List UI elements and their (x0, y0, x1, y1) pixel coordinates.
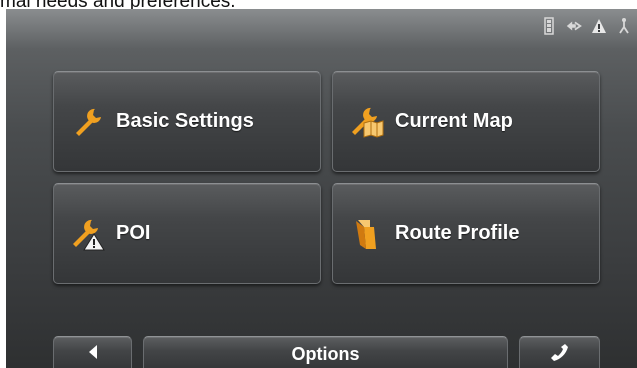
current-map-label: Current Map (395, 110, 513, 132)
wrench-warning-icon (70, 214, 106, 254)
back-arrow-icon (87, 344, 99, 365)
route-profile-button[interactable]: Route Profile (332, 183, 600, 284)
navigation-screen: Basic Settings Current Map POI Route Pro… (6, 9, 637, 368)
gps-satellite-icon (615, 15, 633, 37)
connection-icon (565, 15, 583, 37)
back-button[interactable] (53, 336, 132, 368)
current-map-button[interactable]: Current Map (332, 71, 600, 172)
options-title-bar: Options (143, 336, 508, 368)
phone-button[interactable] (519, 336, 600, 368)
route-profile-label: Route Profile (395, 222, 520, 244)
wrench-icon (70, 102, 106, 142)
basic-settings-label: Basic Settings (116, 110, 254, 132)
screen-title: Options (291, 343, 360, 364)
battery-icon (540, 15, 558, 37)
poi-label: POI (116, 222, 151, 244)
warning-icon (590, 15, 608, 37)
status-bar (540, 13, 633, 39)
poi-button[interactable]: POI (53, 183, 321, 284)
basic-settings-button[interactable]: Basic Settings (53, 71, 321, 172)
route-profile-icon (349, 214, 385, 254)
wrench-map-icon (349, 102, 385, 142)
phone-icon (550, 342, 570, 367)
